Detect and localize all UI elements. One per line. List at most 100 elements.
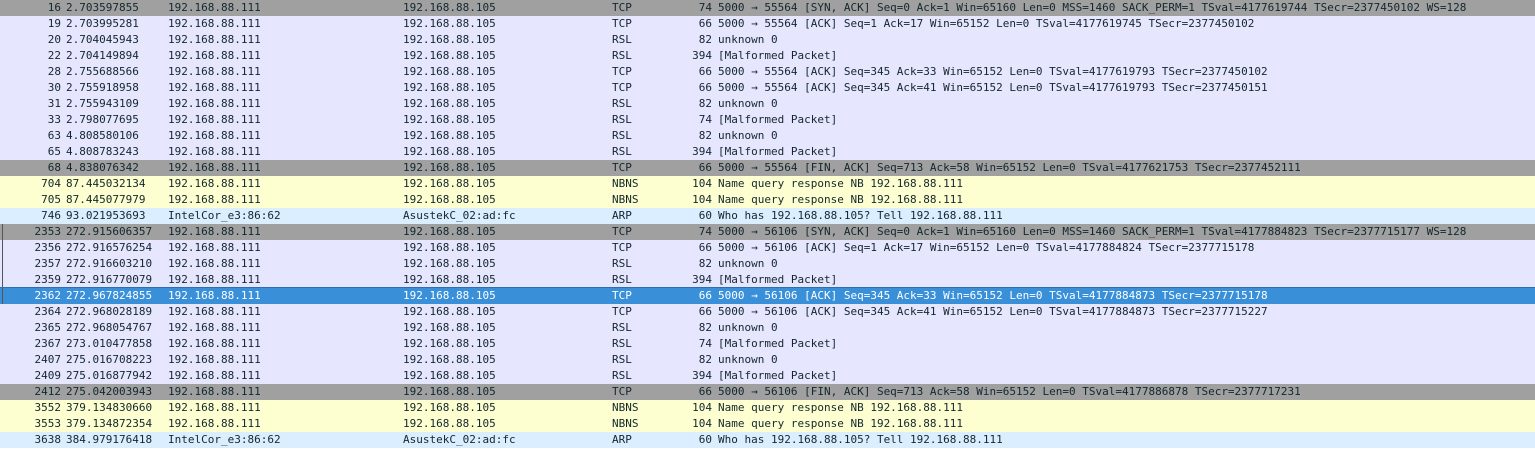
packet-protocol: TCP xyxy=(612,65,632,78)
packet-number: 2357 xyxy=(34,257,62,270)
packet-time: 2.755918958 xyxy=(66,81,139,94)
table-row[interactable]: 2359 272.916770079 192.168.88.111 192.168.8… xyxy=(0,272,1535,288)
packet-info: [Malformed Packet] xyxy=(718,49,838,62)
packet-info: unknown 0 xyxy=(718,97,778,110)
table-row[interactable]: 68 4.838076342 192.168.88.111 192.168.88.10… xyxy=(0,160,1535,176)
packet-time: 272.967824855 xyxy=(66,289,153,302)
table-row[interactable]: 30 2.755918958 192.168.88.111 192.168.88.10… xyxy=(0,80,1535,96)
table-row[interactable]: 3552 379.134830660 192.168.88.111 192.168.8… xyxy=(0,400,1535,416)
table-row[interactable]: 3638 384.979176418 IntelCor_e3:86:62 Asuste… xyxy=(0,432,1535,448)
packet-length: 60 xyxy=(698,433,712,446)
table-row[interactable]: 746 93.021953693 IntelCor_e3:86:62 AsustekC… xyxy=(0,208,1535,224)
packet-protocol: RSL xyxy=(612,337,632,350)
packet-time: 4.808580106 xyxy=(66,129,139,142)
table-row-selected[interactable]: 2362 272.967824855 192.168.88.111 192.168.8… xyxy=(0,287,1535,305)
packet-length: 74 xyxy=(698,225,712,238)
table-row[interactable]: 65 4.808783243 192.168.88.111 192.168.88.10… xyxy=(0,144,1535,160)
packet-time: 4.808783243 xyxy=(66,145,139,158)
table-row[interactable]: 2365 272.968054767 192.168.88.111 192.168.8… xyxy=(0,320,1535,336)
packet-destination: 192.168.88.105 xyxy=(403,337,496,350)
packet-time: 384.979176418 xyxy=(66,433,153,446)
packet-time: 275.016877942 xyxy=(66,369,153,382)
table-row[interactable]: 2356 272.916576254 192.168.88.111 192.168.8… xyxy=(0,240,1535,256)
packet-source: 192.168.88.111 xyxy=(168,305,261,318)
packet-info: Who has 192.168.88.105? Tell 192.168.88.… xyxy=(718,433,1003,446)
packet-source: 192.168.88.111 xyxy=(168,17,261,30)
table-row[interactable]: 33 2.798077695 192.168.88.111 192.168.88.10… xyxy=(0,112,1535,128)
packet-length: 394 xyxy=(692,145,712,158)
packet-number: 2359 xyxy=(34,273,62,286)
table-row[interactable]: 704 87.445032134 192.168.88.111 192.168.88.… xyxy=(0,176,1535,192)
packet-source: 192.168.88.111 xyxy=(168,81,261,94)
packet-length: 66 xyxy=(698,385,712,398)
table-row[interactable]: 2407 275.016708223 192.168.88.111 192.168.8… xyxy=(0,352,1535,368)
packet-info: 5000 → 56106 [ACK] Seq=345 Ack=33 Win=65… xyxy=(718,289,1268,302)
packet-length: 66 xyxy=(698,305,712,318)
table-row[interactable]: 28 2.755688566 192.168.88.111 192.168.88.10… xyxy=(0,64,1535,80)
packet-number: 2409 xyxy=(34,369,62,382)
packet-info: 5000 → 56106 [FIN, ACK] Seq=713 Ack=58 W… xyxy=(718,385,1301,398)
packet-destination: 192.168.88.105 xyxy=(403,273,496,286)
packet-length: 394 xyxy=(692,273,712,286)
packet-info: 5000 → 56106 [SYN, ACK] Seq=0 Ack=1 Win=… xyxy=(718,225,1467,238)
table-row[interactable]: 20 2.704045943 192.168.88.111 192.168.88.10… xyxy=(0,32,1535,48)
table-row[interactable]: 2409 275.016877942 192.168.88.111 192.168.8… xyxy=(0,368,1535,384)
packet-info: 5000 → 55564 [ACK] Seq=345 Ack=33 Win=65… xyxy=(718,65,1268,78)
packet-info: unknown 0 xyxy=(718,257,778,270)
table-row[interactable]: 705 87.445077979 192.168.88.111 192.168.88.… xyxy=(0,192,1535,208)
table-row[interactable]: 16 2.703597855 192.168.88.111 192.168.88.10… xyxy=(0,0,1535,16)
packet-source: 192.168.88.111 xyxy=(168,97,261,110)
packet-destination: 192.168.88.105 xyxy=(403,257,496,270)
packet-destination: 192.168.88.105 xyxy=(403,161,496,174)
packet-protocol: TCP xyxy=(612,305,632,318)
packet-protocol: RSL xyxy=(612,353,632,366)
packet-protocol: TCP xyxy=(612,81,632,94)
packet-info: 5000 → 55564 [SYN, ACK] Seq=0 Ack=1 Win=… xyxy=(718,1,1467,14)
packet-number: 2356 xyxy=(34,241,62,254)
packet-number: 3552 xyxy=(34,401,62,414)
packet-number: 2364 xyxy=(34,305,62,318)
packet-protocol: TCP xyxy=(612,289,632,302)
table-row[interactable]: 63 4.808580106 192.168.88.111 192.168.88.10… xyxy=(0,128,1535,144)
packet-time: 272.916603210 xyxy=(66,257,153,270)
packet-list: 16 2.703597855 192.168.88.111 192.168.88.10… xyxy=(0,0,1535,449)
table-row[interactable]: 31 2.755943109 192.168.88.111 192.168.88.10… xyxy=(0,96,1535,112)
packet-protocol: NBNS xyxy=(612,417,639,430)
packet-source: 192.168.88.111 xyxy=(168,49,261,62)
packet-source: 192.168.88.111 xyxy=(168,321,261,334)
packet-time: 275.042003943 xyxy=(66,385,153,398)
packet-length: 104 xyxy=(692,177,712,190)
table-row[interactable]: 2367 273.010477858 192.168.88.111 192.168.8… xyxy=(0,336,1535,352)
packet-time: 4.838076342 xyxy=(66,161,139,174)
packet-length: 66 xyxy=(698,81,712,94)
packet-time: 2.755688566 xyxy=(66,65,139,78)
packet-destination: 192.168.88.105 xyxy=(403,17,496,30)
packet-protocol: TCP xyxy=(612,161,632,174)
packet-length: 66 xyxy=(698,241,712,254)
table-row[interactable]: 2364 272.968028189 192.168.88.111 192.168.8… xyxy=(0,304,1535,320)
packet-source: 192.168.88.111 xyxy=(168,225,261,238)
packet-number: 16 xyxy=(47,1,61,14)
packet-time: 272.968054767 xyxy=(66,321,153,334)
packet-length: 104 xyxy=(692,401,712,414)
packet-destination: 192.168.88.105 xyxy=(403,177,496,190)
packet-protocol: TCP xyxy=(612,225,632,238)
table-row[interactable]: 22 2.704149894 192.168.88.111 192.168.88.10… xyxy=(0,48,1535,64)
table-row[interactable]: 19 2.703995281 192.168.88.111 192.168.88.10… xyxy=(0,16,1535,32)
packet-protocol: ARP xyxy=(612,433,632,446)
packet-protocol: RSL xyxy=(612,129,632,142)
packet-time: 93.021953693 xyxy=(66,209,146,222)
packet-info: unknown 0 xyxy=(718,129,778,142)
table-row[interactable]: 2412 275.042003943 192.168.88.111 192.168.8… xyxy=(0,384,1535,400)
packet-protocol: RSL xyxy=(612,145,632,158)
packet-number: 2367 xyxy=(34,337,62,350)
packet-number: 68 xyxy=(47,161,61,174)
packet-length: 82 xyxy=(698,97,712,110)
table-row[interactable]: 2353 272.915606357 192.168.88.111 192.168.8… xyxy=(0,224,1535,240)
table-row[interactable]: 2357 272.916603210 192.168.88.111 192.168.8… xyxy=(0,256,1535,272)
packet-destination: 192.168.88.105 xyxy=(403,113,496,126)
packet-source: 192.168.88.111 xyxy=(168,289,261,302)
packet-destination: AsustekC_02:ad:fc xyxy=(403,433,516,446)
table-row[interactable]: 3553 379.134872354 192.168.88.111 192.168.8… xyxy=(0,416,1535,432)
packet-number: 20 xyxy=(47,33,61,46)
